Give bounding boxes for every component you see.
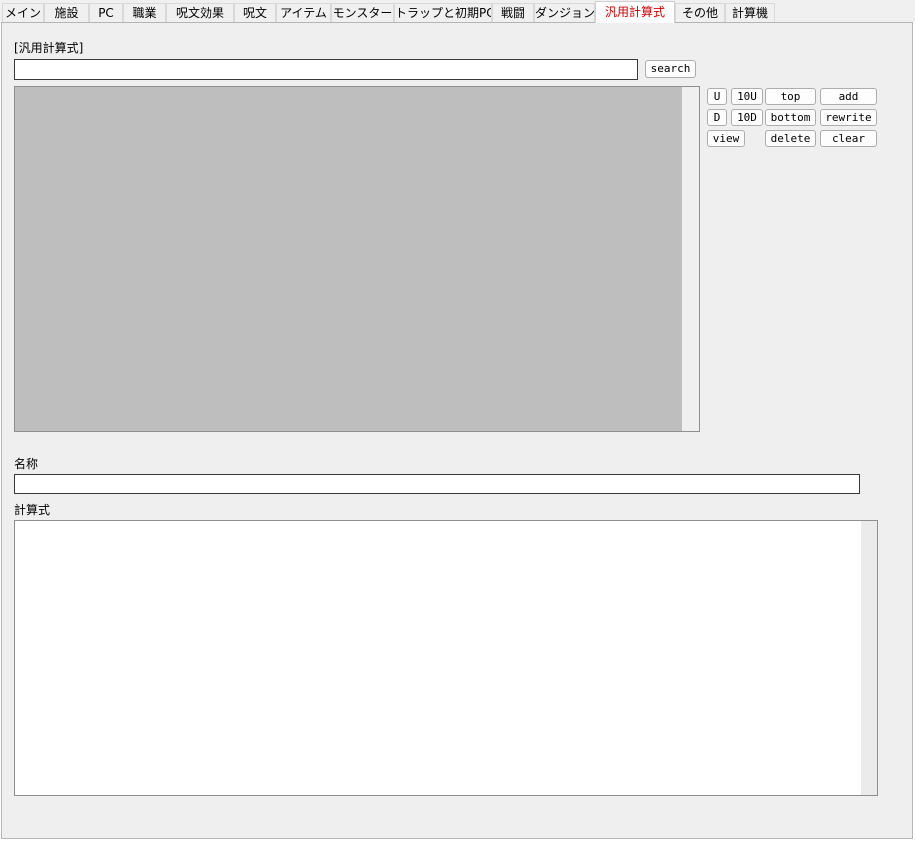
clear-button[interactable]: clear [820,130,877,147]
tab-main[interactable]: メイン [2,3,44,22]
move-down-button[interactable]: D [707,109,727,126]
tab-pc[interactable]: PC [89,3,123,22]
search-input[interactable] [14,59,638,80]
tab-general-formula[interactable]: 汎用計算式 [595,1,675,23]
move-bottom-button[interactable]: bottom [765,109,816,126]
tab-traps-initial-pc[interactable]: トラップと初期PC [394,3,492,22]
tab-monsters[interactable]: モンスター [331,3,394,22]
search-button[interactable]: search [645,60,696,78]
tab-other[interactable]: その他 [675,3,725,22]
move-up-10-button[interactable]: 10U [731,88,763,105]
tab-spells[interactable]: 呪文 [234,3,276,22]
list-scrollbar[interactable] [682,87,699,431]
move-up-button[interactable]: U [707,88,727,105]
tab-spell-effects[interactable]: 呪文効果 [166,3,234,22]
tab-items[interactable]: アイテム [276,3,331,22]
name-input[interactable] [14,474,860,494]
formula-scrollbar[interactable] [861,521,877,795]
tab-combat[interactable]: 戦闘 [492,3,534,22]
add-button[interactable]: add [820,88,877,105]
tab-panel: [汎用計算式] search U 10U top add D 10D botto… [1,22,913,839]
tab-facilities[interactable]: 施設 [44,3,89,22]
tab-dungeon[interactable]: ダンジョン [534,3,595,22]
tab-calculator[interactable]: 計算機 [725,3,775,22]
tab-class[interactable]: 職業 [123,3,166,22]
formula-label: 計算式 [14,503,51,517]
formula-textarea[interactable] [14,520,878,796]
name-label: 名称 [14,457,39,471]
move-down-10-button[interactable]: 10D [731,109,763,126]
tab-bar: メイン 施設 PC 職業 呪文効果 呪文 アイテム モンスター トラップと初期P… [0,0,915,23]
entry-list[interactable] [14,86,700,432]
rewrite-button[interactable]: rewrite [820,109,877,126]
delete-button[interactable]: delete [765,130,816,147]
section-label: [汎用計算式] [14,41,84,55]
move-top-button[interactable]: top [765,88,816,105]
view-button[interactable]: view [707,130,745,147]
